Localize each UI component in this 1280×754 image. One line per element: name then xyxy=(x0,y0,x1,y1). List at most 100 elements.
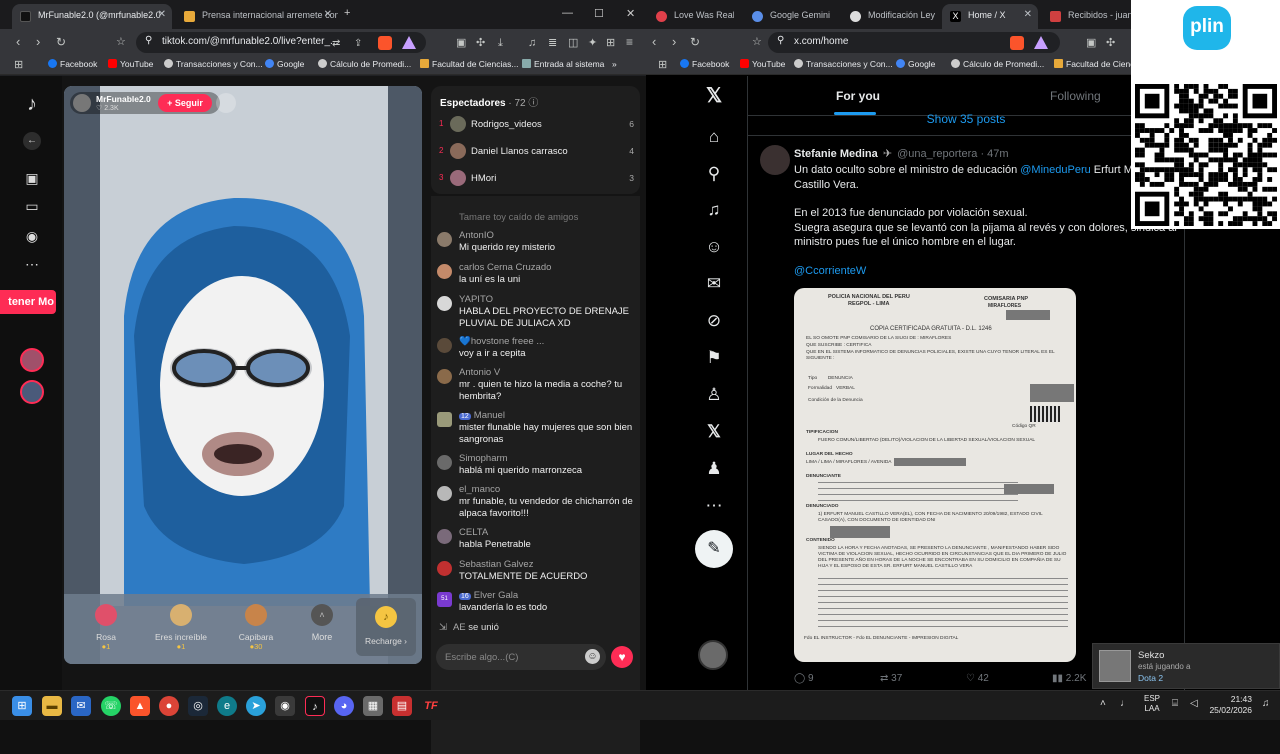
chat-username[interactable]: Sebastian Galvez xyxy=(459,559,533,570)
more-gifts-button[interactable]: ˄ More xyxy=(298,604,346,664)
steam-friend-notification[interactable]: Sekzo está jugando a Dota 2 xyxy=(1092,643,1280,689)
profile-icon[interactable]: ♟ xyxy=(702,457,726,481)
reading-list-icon[interactable]: ≣ xyxy=(548,35,557,51)
chat-avatar[interactable] xyxy=(437,486,452,501)
info-icon[interactable]: ⓘ xyxy=(528,98,538,109)
chat-avatar[interactable]: 51 xyxy=(437,592,452,607)
discord-icon[interactable]: ◕ xyxy=(334,696,354,716)
chat-username[interactable]: CELTA xyxy=(459,527,488,538)
chat-avatar[interactable] xyxy=(437,264,452,279)
file-explorer-icon[interactable]: ▬ xyxy=(42,696,62,716)
bookmarks-overflow-button[interactable]: » xyxy=(612,59,617,69)
reload-icon[interactable]: ↻ xyxy=(56,34,66,50)
chrome-icon[interactable]: ● xyxy=(159,696,179,716)
bookmark-star-icon[interactable]: ☆ xyxy=(116,34,126,50)
bookmark-facebook[interactable]: Facebook xyxy=(680,59,729,69)
bookmark-google[interactable]: Google xyxy=(265,59,304,69)
mention-link[interactable]: @MineduPeru xyxy=(1020,164,1090,176)
live-tv-icon[interactable]: ▣ xyxy=(22,168,42,188)
tiktok-taskbar-icon[interactable]: ♪ xyxy=(305,696,325,716)
like-button[interactable]: ♡ 42 xyxy=(966,673,989,684)
volume-icon[interactable]: ◁ xyxy=(1190,698,1198,709)
tab-prensa[interactable]: Prensa internacional arremete contra ✕ xyxy=(176,4,338,29)
edge-icon[interactable]: e xyxy=(217,696,237,716)
chat-avatar[interactable] xyxy=(437,455,452,470)
maximize-button[interactable]: ☐ xyxy=(594,7,604,20)
get-coins-promo[interactable]: tener Mo xyxy=(0,290,56,314)
chat-username[interactable]: Simopharm xyxy=(459,453,508,464)
language-indicator[interactable]: ESP LAA xyxy=(1144,694,1160,714)
bookmarks-icon[interactable]: ⚑ xyxy=(702,346,726,370)
translate-icon[interactable]: ⇄ xyxy=(332,36,340,52)
site-info-icon[interactable]: ⚲ xyxy=(145,35,152,46)
streamer-avatar[interactable] xyxy=(73,94,91,112)
wallet-icon[interactable]: ⊞ xyxy=(606,35,615,51)
bookmark-facebook[interactable]: Facebook xyxy=(48,59,97,69)
extension-icon[interactable]: ▣ xyxy=(1086,35,1096,51)
viewer-row-3[interactable]: 3 HMori 3 xyxy=(439,170,634,188)
more-circle-icon[interactable]: ⋯ xyxy=(702,494,726,518)
reply-button[interactable]: ◯ 9 xyxy=(794,673,814,684)
chat-username[interactable]: AntonIO xyxy=(459,230,494,241)
windows-start-icon[interactable]: ⊞ xyxy=(12,696,32,716)
live-avatar-1[interactable] xyxy=(20,348,44,372)
bookmark-entrada[interactable]: Entrada al sistema xyxy=(522,59,604,69)
chat-username[interactable]: el_manco xyxy=(459,484,500,495)
chat-username[interactable]: Antonio V xyxy=(459,367,500,378)
tab-following[interactable]: Following xyxy=(1050,89,1101,103)
tf-app-icon[interactable]: TF xyxy=(421,696,441,716)
extension-icon[interactable]: ▣ xyxy=(456,35,466,51)
steam-icon[interactable]: ◎ xyxy=(188,696,208,716)
back-circle-icon[interactable]: ← xyxy=(23,132,41,150)
explore-icon[interactable]: ◉ xyxy=(22,226,42,246)
x-logo-icon[interactable]: 𝕏 xyxy=(702,84,726,108)
emoji-icon[interactable]: ☺ xyxy=(585,649,600,664)
live-avatar-2[interactable] xyxy=(20,380,44,404)
outlook-icon[interactable]: ✉ xyxy=(71,696,91,716)
post-time[interactable]: · 47m xyxy=(980,148,1008,160)
viewer-row-1[interactable]: 1 Rodrigos_videos 6 xyxy=(439,116,634,134)
chat-avatar[interactable] xyxy=(437,338,452,353)
chat-avatar[interactable] xyxy=(437,369,452,384)
gift-capibara[interactable]: Capibara ●30 xyxy=(230,604,282,664)
gift-eres-increible[interactable]: Eres increíble ●1 xyxy=(148,604,214,664)
bookmark-transacciones[interactable]: Transacciones y Con... xyxy=(794,59,893,69)
puzzle-icon[interactable]: ✣ xyxy=(1106,35,1115,51)
tiktok-logo-icon[interactable]: ♪ xyxy=(22,94,42,114)
brave-rewards-icon[interactable] xyxy=(1034,36,1048,49)
close-tab-icon[interactable]: ✕ xyxy=(1024,9,1032,20)
joined-user[interactable]: AE xyxy=(453,622,466,633)
telegram-icon[interactable]: ➤ xyxy=(246,696,266,716)
puzzle-icon[interactable]: ✣ xyxy=(476,35,485,51)
search-icon[interactable]: ⚲ xyxy=(702,162,726,186)
brave-rewards-icon[interactable] xyxy=(402,36,416,49)
download-icon[interactable]: ⤓ xyxy=(498,35,503,51)
gift-rosa[interactable]: Rosa ●1 xyxy=(80,604,132,664)
brave-shields-icon[interactable] xyxy=(378,36,392,50)
tab-tiktok-live[interactable]: MrFunable2.0 (@mrfunable2.0 ✕ xyxy=(12,4,172,29)
new-tab-button[interactable]: + xyxy=(344,7,350,19)
bookmark-google[interactable]: Google xyxy=(896,59,935,69)
brave-shields-icon[interactable] xyxy=(1010,36,1024,50)
bookmark-star-icon[interactable]: ☆ xyxy=(752,34,762,50)
mention-link[interactable]: @CcorrienteW xyxy=(794,264,1184,279)
chat-avatar[interactable] xyxy=(437,529,452,544)
tab-modificacion-ley[interactable]: Modificación Ley xyxy=(842,4,938,29)
sidebar-icon[interactable]: ◫ xyxy=(568,35,578,51)
follow-button[interactable]: + Seguir xyxy=(158,94,212,112)
tab-gemini[interactable]: Google Gemini xyxy=(744,4,836,29)
police-report-image[interactable]: POLICIA NACIONAL DEL PERU REGPOL - LIMA … xyxy=(794,288,1076,662)
like-heart-button[interactable]: ♥ xyxy=(611,646,633,668)
site-info-icon[interactable]: ⚲ xyxy=(777,35,784,46)
live-video-player[interactable]: MrFunable2.0 ♡ 2.3K + Seguir Rosa ●1 Ere… xyxy=(64,86,422,664)
bookmark-calculo[interactable]: Cálculo de Promedi... xyxy=(951,59,1044,69)
network-icon[interactable]: ⌸ xyxy=(1172,698,1178,709)
tab-love-was-real[interactable]: Love Was Real xyxy=(648,4,734,29)
chat-username[interactable]: 12 Manuel xyxy=(459,410,505,421)
share-live-icon[interactable] xyxy=(216,93,236,113)
recharge-button[interactable]: ♪ Recharge › xyxy=(356,598,416,656)
clock[interactable]: 21:43 25/02/2026 xyxy=(1206,694,1252,716)
chat-username[interactable]: 16 Elver Gala xyxy=(459,590,518,601)
chat-username[interactable]: YAPITO xyxy=(459,294,493,305)
compose-post-button[interactable]: ✎ xyxy=(695,530,733,568)
